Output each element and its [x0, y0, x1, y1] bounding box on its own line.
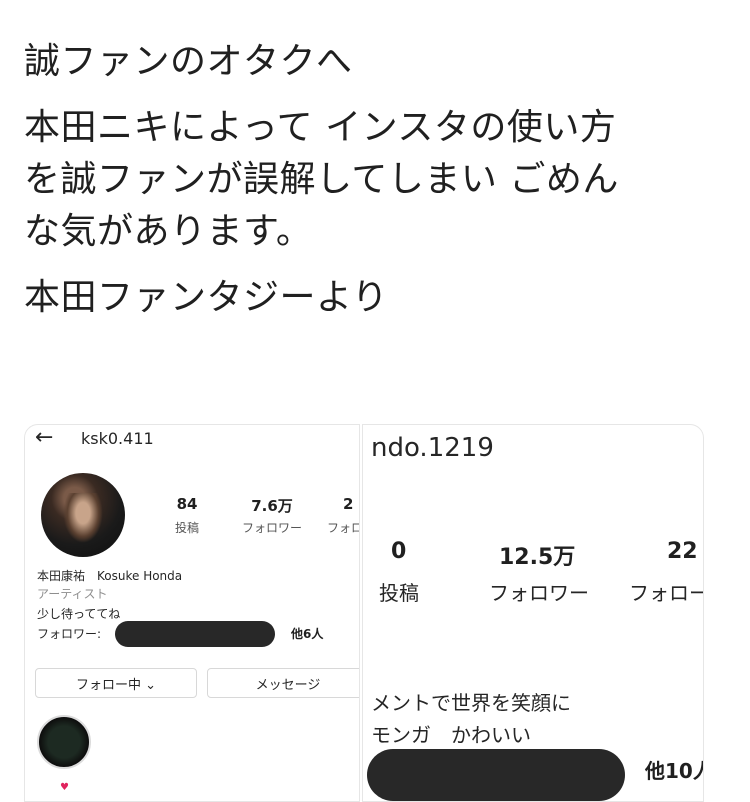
post-line-1: 誠ファンのオタクへ: [24, 41, 353, 82]
profile-bio: 少し待っててね: [37, 607, 121, 621]
followed-by-suffix[interactable]: 他10人: [645, 755, 703, 784]
posts-label: 投稿: [174, 521, 199, 535]
post-text: 誠ファンのオタクへ 本田ニキによって インスタの使い方 を誠ファンが誤解してしま…: [24, 36, 714, 324]
posts-label: 投稿: [379, 581, 419, 605]
right-profile-screenshot[interactable]: ndo.1219 0 投稿 12.5万 フォロワー 22 フォロー メントで世界…: [362, 424, 704, 802]
left-profile-screenshot[interactable]: ← ksk0.411 84 投稿 7.6万 フォロワー 2 フォロ 本田康祐 K…: [24, 424, 360, 802]
post-line-4: な気があります。: [24, 211, 313, 252]
redacted-followers: [115, 621, 275, 647]
redacted-followers: [367, 749, 625, 801]
following-label[interactable]: フォロー: [629, 577, 703, 606]
profile-username: ndo.1219: [371, 433, 494, 463]
followed-by-suffix[interactable]: 他6人: [291, 625, 323, 642]
following-label[interactable]: フォロ: [327, 519, 359, 536]
post-line-5: 本田ファンタジーより: [24, 277, 389, 318]
followers-count[interactable]: 12.5万: [499, 539, 575, 571]
profile-bio-line-2: モンガ かわいい: [371, 723, 531, 747]
following-button[interactable]: フォロー中 ⌄: [35, 668, 197, 698]
profile-username: ksk0.411: [81, 429, 154, 448]
followers-label[interactable]: フォロワー: [229, 519, 315, 536]
followed-by-prefix: フォロワー:: [37, 627, 102, 641]
heart-icon: ♥: [60, 782, 69, 793]
profile-bio-line-1: メントで世界を笑顔に: [371, 691, 571, 715]
posts-count: 0: [391, 539, 407, 564]
post-line-3: を誠ファンが誤解してしまい ごめん: [24, 159, 619, 200]
followers-label[interactable]: フォロワー: [489, 577, 589, 606]
story-highlight[interactable]: [37, 715, 91, 769]
profile-category: アーティスト: [37, 587, 108, 601]
following-count[interactable]: 2: [343, 495, 353, 513]
followers-count[interactable]: 7.6万: [237, 495, 307, 516]
profile-name: 本田康祐 Kosuke Honda: [37, 569, 183, 583]
message-button[interactable]: メッセージ: [207, 668, 359, 698]
profile-avatar[interactable]: [41, 473, 125, 557]
following-count[interactable]: 22: [667, 539, 698, 564]
posts-count: 84: [176, 495, 198, 513]
back-arrow-icon[interactable]: ←: [35, 425, 53, 450]
post-line-2: 本田ニキによって インスタの使い方: [24, 107, 617, 148]
